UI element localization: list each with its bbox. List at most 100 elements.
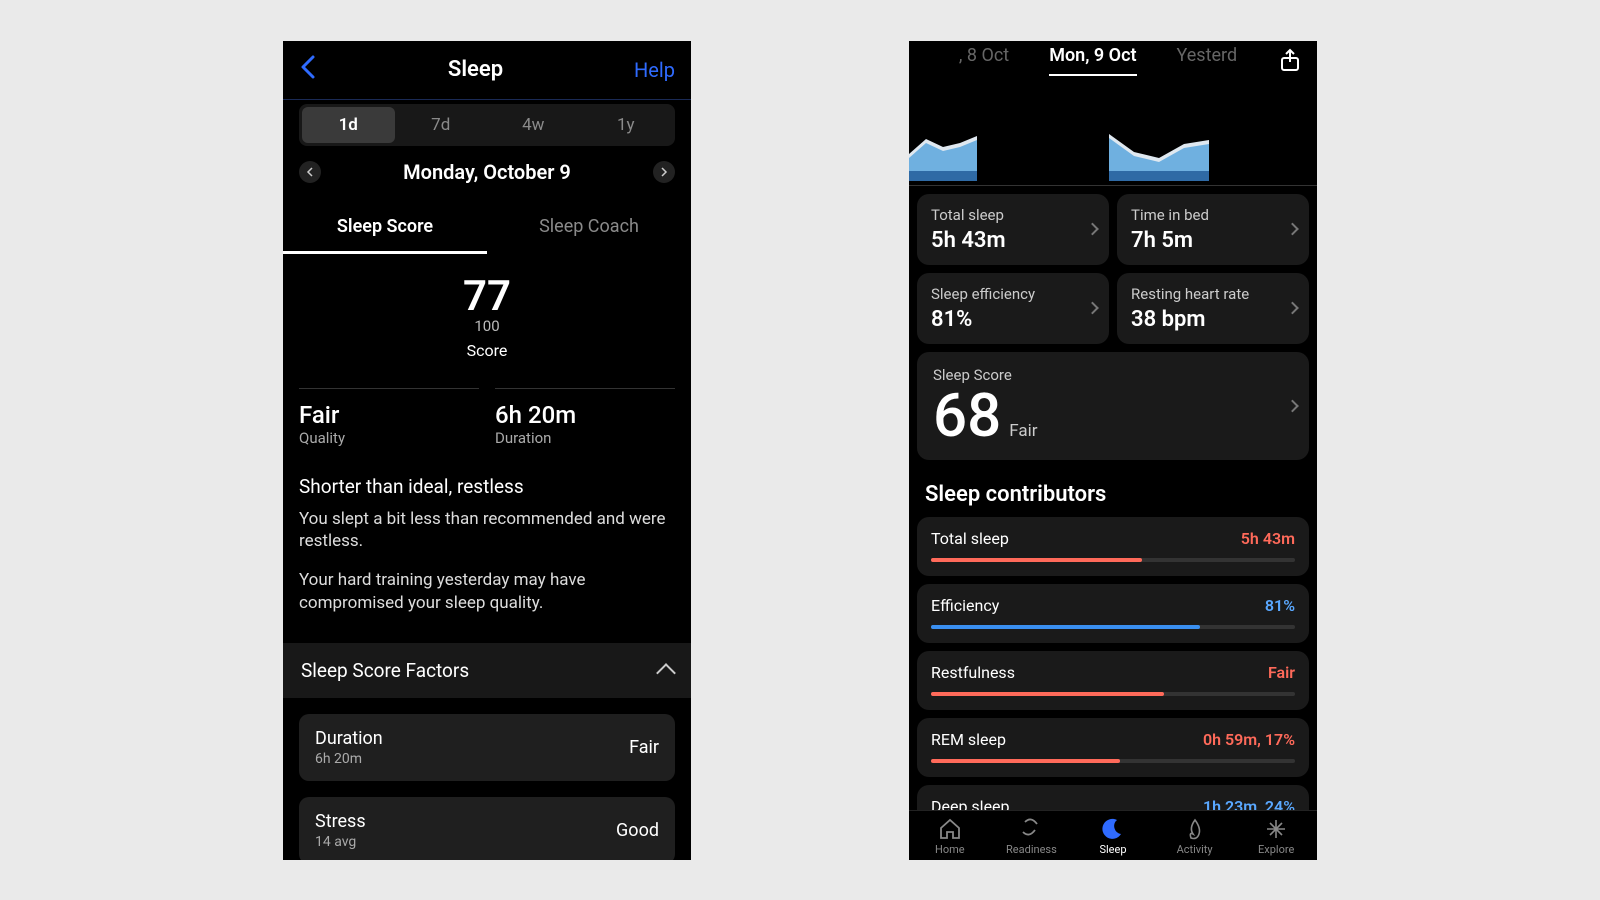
progress-fill [931,759,1120,763]
chevron-left-icon [306,167,314,177]
factors-title: Sleep Score Factors [301,659,469,682]
score-row: 68 Fair [933,386,1293,446]
detail-body: Total sleep 5h 43m Time in bed 7h 5m Sle… [909,186,1317,810]
tile-label: Resting heart rate [1131,285,1295,303]
tile-time-in-bed[interactable]: Time in bed 7h 5m [1117,194,1309,265]
factor-left: Stress 14 avg [315,811,366,850]
nav-readiness[interactable]: Readiness [991,817,1073,856]
contributor-row[interactable]: Efficiency 81% [917,584,1309,643]
tile-value: 81% [931,307,1095,332]
factor-sub: 6h 20m [315,751,383,767]
sparkle-icon [1264,817,1288,841]
date-navigator: Monday, October 9 [283,146,691,202]
factor-sub: 14 avg [315,834,366,850]
chart-prev-day[interactable] [909,116,1009,181]
quality-value: Fair [299,401,479,429]
contributor-row[interactable]: Restfulness Fair [917,651,1309,710]
range-1y[interactable]: 1y [580,107,673,143]
score-block: 77 100 Score [283,254,691,366]
contributor-name: Deep sleep [931,797,1010,810]
flame-icon [1183,817,1207,841]
chart-selected-day[interactable] [1109,116,1209,181]
nav-explore[interactable]: Explore [1235,817,1317,856]
date-tabs: , 8 Oct Mon, 9 Oct Yesterd [925,45,1271,76]
factor-duration[interactable]: Duration 6h 20m Fair [299,714,675,781]
contributors-title: Sleep contributors [925,482,1301,507]
page-title: Sleep [448,57,503,82]
range-1d[interactable]: 1d [302,107,395,143]
nav-home[interactable]: Home [909,817,991,856]
mini-charts-row [909,76,1317,186]
contributor-value: Fair [1268,663,1295,682]
tab-sleep-coach[interactable]: Sleep Coach [487,202,691,254]
tile-value: 38 bpm [1131,307,1295,332]
home-icon [938,817,962,841]
contributor-value: 5h 43m [1241,529,1295,548]
contributors-list: Total sleep 5h 43m Efficiency 81% Restfulnes… [917,517,1309,810]
nav-activity[interactable]: Activity [1154,817,1236,856]
progress-bar [931,692,1295,696]
date-tab-bar: , 8 Oct Mon, 9 Oct Yesterd [909,41,1317,76]
next-day-button[interactable] [653,161,675,183]
contributor-name: Efficiency [931,596,999,615]
time-range-segmented: 1d 7d 4w 1y [299,104,675,146]
factor-name: Duration [315,728,383,749]
tab-sleep-score[interactable]: Sleep Score [283,202,487,254]
score-value: 77 [283,272,691,321]
chevron-right-icon [660,167,668,177]
share-icon [1279,48,1301,72]
contributor-value: 1h 23m, 24% [1203,797,1295,810]
back-button[interactable] [299,51,317,89]
nav-label: Home [935,843,965,856]
date-tab-selected[interactable]: Mon, 9 Oct [1049,45,1136,76]
tile-value: 5h 43m [931,228,1095,253]
quality-caption: Quality [299,429,479,447]
tile-label: Sleep efficiency [931,285,1095,303]
tile-sleep-score[interactable]: Sleep Score 68 Fair [917,352,1309,460]
insight-text-1: You slept a bit less than recommended an… [299,508,675,554]
factor-name: Stress [315,811,366,832]
score-value: 68 [933,386,1001,446]
score-caption: Score [283,341,691,360]
prev-day-button[interactable] [299,161,321,183]
tile-label: Time in bed [1131,206,1295,224]
nav-sleep[interactable]: Sleep [1072,817,1154,856]
factor-stress[interactable]: Stress 14 avg Good [299,797,675,859]
contributor-row-top: REM sleep0h 59m, 17% [931,730,1295,749]
header: Sleep Help [283,41,691,100]
contributor-row[interactable]: Deep sleep 1h 23m, 24% [917,785,1309,810]
nav-label: Readiness [1006,843,1057,856]
range-7d[interactable]: 7d [395,107,488,143]
moon-icon [1101,817,1125,841]
selected-date: Monday, October 9 [403,160,571,184]
score-quality: Fair [1009,421,1037,441]
contributor-name: Restfulness [931,663,1015,682]
chevron-up-icon [656,663,676,683]
share-button[interactable] [1279,49,1301,71]
bottom-nav: Home Readiness Sleep Activity [909,810,1317,860]
progress-fill [931,692,1164,696]
tile-sleep-efficiency[interactable]: Sleep efficiency 81% [917,273,1109,344]
summary-row: Fair Quality 6h 20m Duration [283,388,691,447]
date-tab-prev[interactable]: , 8 Oct [959,45,1009,76]
duration-stat: 6h 20m Duration [495,388,675,447]
sleep-tabs: Sleep Score Sleep Coach [283,202,691,254]
contributor-row[interactable]: Total sleep 5h 43m [917,517,1309,576]
duration-caption: Duration [495,429,675,447]
score-max: 100 [283,317,691,335]
date-tab-next[interactable]: Yesterd [1177,45,1238,76]
tile-total-sleep[interactable]: Total sleep 5h 43m [917,194,1109,265]
factor-rating: Fair [629,737,659,758]
contributor-row[interactable]: REM sleep0h 59m, 17% [917,718,1309,777]
contributor-value: 81% [1265,596,1295,615]
progress-bar [931,759,1295,763]
tile-resting-hr[interactable]: Resting heart rate 38 bpm [1117,273,1309,344]
nav-label: Sleep [1099,843,1126,856]
range-4w[interactable]: 4w [487,107,580,143]
progress-fill [931,558,1142,562]
factors-header[interactable]: Sleep Score Factors [283,643,691,698]
help-button[interactable]: Help [634,58,675,82]
tile-label: Total sleep [931,206,1095,224]
contributor-name: Total sleep [931,529,1009,548]
progress-fill [931,625,1200,629]
